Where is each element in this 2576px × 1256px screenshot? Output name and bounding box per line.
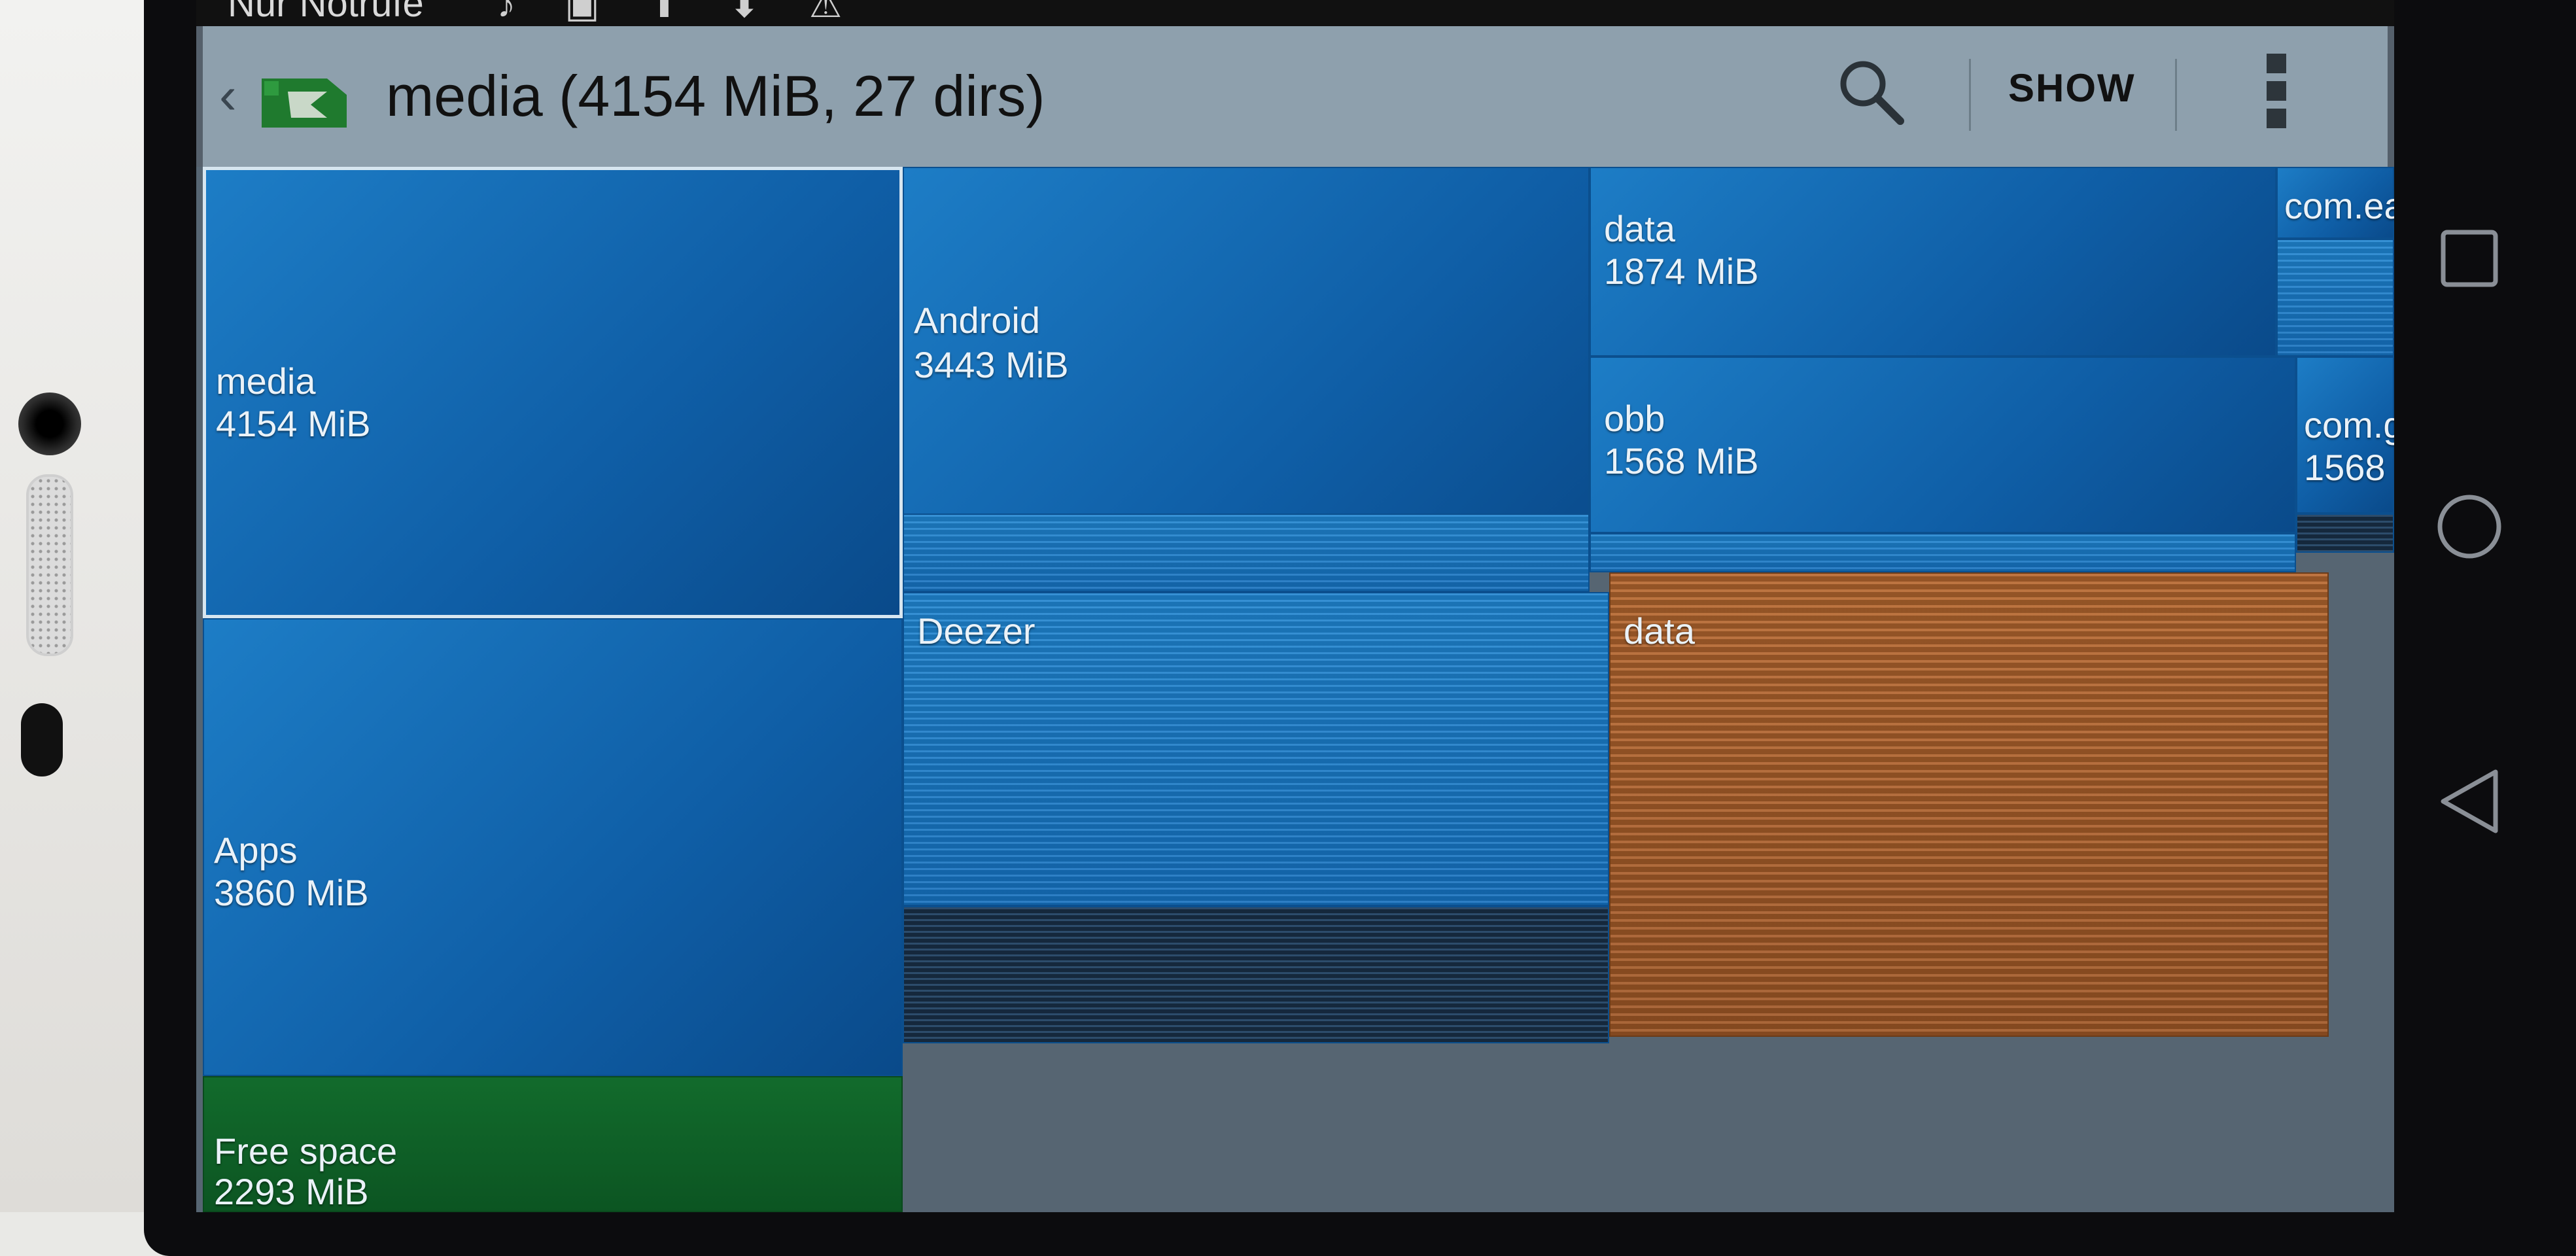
front-camera <box>18 392 81 455</box>
tile-size: 3443 MiB <box>914 344 1069 385</box>
screen: Nur Notrufe ♪ ▣ ⬆ ⬇ ⚠ ‹ media (4154 MiB,… <box>196 0 2394 1212</box>
tile-label: Android <box>914 300 1041 341</box>
tile-deezer-files[interactable] <box>903 906 1609 1043</box>
storage-card-icon <box>262 78 347 128</box>
back-icon[interactable] <box>2433 762 2505 841</box>
tile-label: data <box>1624 610 1695 652</box>
back-chevron-icon[interactable]: ‹ <box>219 65 237 126</box>
overflow-menu-icon[interactable] <box>2257 46 2296 144</box>
recent-apps-icon[interactable] <box>2433 222 2505 294</box>
tile-label: data <box>1604 208 1675 249</box>
tile-com-ga-subdirs[interactable] <box>2296 514 2394 553</box>
tile-android-subdirs[interactable] <box>903 514 1590 592</box>
tile-size: 1568 M <box>2304 447 2394 488</box>
treemap: media 4154 MiB Android 3443 MiB data 187… <box>196 167 2394 1212</box>
toolbar-divider <box>1969 59 1971 131</box>
app-bar: ‹ media (4154 MiB, 27 dirs) SHOW <box>203 26 2388 171</box>
tile-com-ga[interactable]: com.ga 1568 M <box>2296 357 2394 514</box>
tile-apps[interactable]: Apps 3860 MiB <box>203 618 903 1076</box>
tile-free-space[interactable]: Free space 2293 MiB <box>203 1076 903 1212</box>
tile-size: 3860 MiB <box>214 872 369 913</box>
toolbar-divider <box>2175 59 2177 131</box>
navigation-bar <box>2394 0 2576 1212</box>
tile-label: Free space <box>214 1130 398 1172</box>
tile-size: 4154 MiB <box>216 403 371 444</box>
speaker-grille <box>26 474 73 656</box>
tile-label: com.ga <box>2304 404 2394 445</box>
tile-obb-subdirs[interactable] <box>1590 533 2296 572</box>
tile-label: media <box>216 360 316 402</box>
status-bar: Nur Notrufe ♪ ▣ ⬆ ⬇ ⚠ <box>196 0 2394 26</box>
carrier-text: Nur Notrufe <box>228 0 424 25</box>
show-button[interactable]: SHOW <box>2008 65 2136 111</box>
tile-deezer-data[interactable]: data <box>1609 572 2329 1037</box>
tile-size: 1874 MiB <box>1604 251 1759 292</box>
tile-android-obb[interactable]: obb 1568 MiB <box>1590 357 2296 533</box>
search-icon[interactable] <box>1832 52 1910 131</box>
tile-label: Deezer <box>917 610 1036 652</box>
tile-android-data[interactable]: data 1874 MiB <box>1590 167 2276 357</box>
home-icon[interactable] <box>2430 487 2509 566</box>
tile-com-ea-subdirs[interactable] <box>2276 239 2394 357</box>
tile-deezer[interactable]: Deezer <box>903 592 1609 906</box>
proximity-sensor <box>21 703 63 776</box>
tile-size: 2293 MiB <box>214 1171 369 1212</box>
tile-label: obb <box>1604 398 1665 439</box>
tile-label: com.ea <box>2284 185 2394 226</box>
tile-size: 1568 MiB <box>1604 440 1759 481</box>
notification-icons: ♪ ▣ ⬆ ⬇ ⚠ <box>497 0 862 25</box>
tile-label: Apps <box>214 829 298 871</box>
tile-media[interactable]: media 4154 MiB <box>203 167 903 618</box>
tile-com-ea[interactable]: com.ea <box>2276 167 2394 239</box>
app-title: media (4154 MiB, 27 dirs) <box>386 63 1045 128</box>
